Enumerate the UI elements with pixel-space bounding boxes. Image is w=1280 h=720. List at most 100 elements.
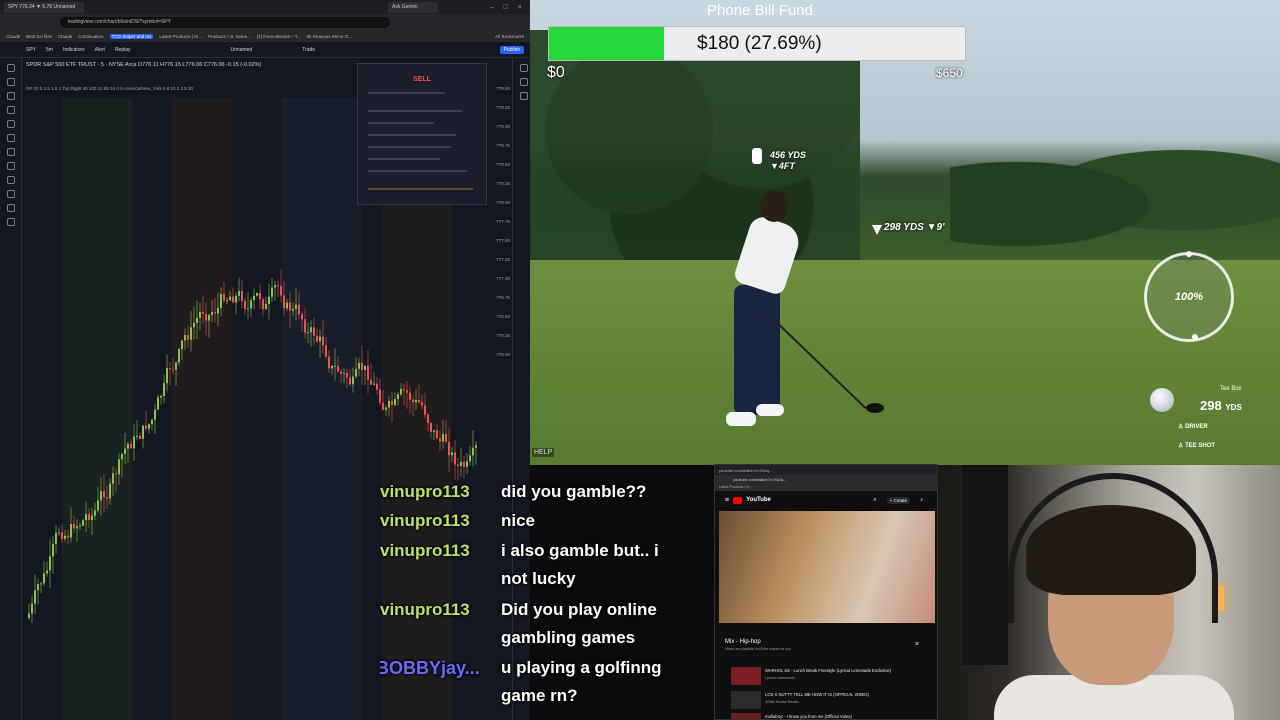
video-player[interactable] (719, 511, 935, 623)
window-controls: – □ × (490, 4, 530, 11)
menu-icon[interactable]: ≡ (725, 497, 729, 504)
search-icon[interactable]: ⌕ (873, 497, 876, 504)
sell-button[interactable]: SELL (413, 76, 431, 83)
candle-body (148, 424, 150, 429)
symbol-search-button[interactable]: SPY (26, 47, 36, 53)
candle-body (208, 315, 210, 321)
bookmark-item[interactable]: 5k Reasons We're G... (307, 34, 352, 39)
panel-row (368, 134, 478, 137)
candle-body (445, 434, 447, 442)
chat-icon[interactable] (520, 92, 528, 100)
bookmark-item[interactable]: Products / Jr. Seine... (208, 34, 251, 39)
candle-body (82, 520, 84, 526)
candle-body (163, 383, 165, 396)
playlist-item[interactable]: WARHOL SS - Lunch Break Freestyle (Lyric… (731, 667, 921, 687)
brush-icon[interactable] (7, 106, 15, 114)
candle-body (193, 323, 195, 328)
alert-button[interactable]: Alert (95, 47, 105, 53)
text-icon[interactable] (7, 120, 15, 128)
alerts-icon[interactable] (520, 78, 528, 86)
indicator-legend: GP 20 5 1.5 1.5 1 Top Right 40 100 12 65… (26, 86, 194, 91)
youtube-logo-icon[interactable] (733, 496, 743, 504)
indicators-button[interactable]: Indicators (63, 47, 85, 53)
webcam-feed (938, 465, 1280, 720)
browser-tab-gemini[interactable]: Ask Gemini (388, 1, 438, 13)
golfer-body (732, 213, 804, 297)
trade-button[interactable]: Trade (302, 47, 315, 53)
pin-distance: 456 YDS (770, 150, 806, 160)
trash-icon[interactable] (7, 218, 15, 226)
bookmark-item[interactable]: TCG Sniper and ms (109, 33, 154, 39)
video-title: WARHOL SS - Lunch Break Freestyle (Lyric… (765, 668, 892, 673)
candle-body (286, 302, 288, 309)
golf-game-view: Phone Bill Fund $180 (27.69%) $0 $650 45… (530, 0, 1280, 465)
crosshair-icon[interactable] (7, 64, 15, 72)
watchlist-icon[interactable] (520, 64, 528, 72)
candle-body (97, 500, 99, 511)
goal-amount: $180 (27.69%) (697, 33, 822, 54)
bookmark-item[interactable]: BKB bot files (26, 34, 52, 39)
power-meter-top-dot (1186, 251, 1192, 257)
eye-icon[interactable] (7, 204, 15, 212)
youtube-browser-window: youtube.com/watch?v=Sk2q... youtube.com/… (714, 464, 938, 720)
candle-body (133, 436, 135, 449)
bookmark-item[interactable]: Latest Products | Ki... (159, 34, 202, 39)
bookmark-item[interactable]: Continuation (78, 34, 103, 39)
bell-icon[interactable]: ♪ (920, 497, 923, 503)
shot-type: TEE SHOT (1185, 443, 1216, 449)
chat-text: gambling games (501, 628, 636, 647)
browser-tab-spy[interactable]: SPY 776.34 ▼ 5.78 Unnamed (4, 1, 84, 13)
video-channel: White House Studio (765, 700, 799, 704)
candle-body (88, 514, 90, 520)
pin-elevation: ▼4FT (770, 161, 795, 171)
all-bookmarks[interactable]: All Bookmarks (495, 34, 524, 39)
bookmark-item[interactable]: Claude (6, 34, 20, 39)
interval-button[interactable]: 5m (46, 47, 53, 53)
tee-icon: ♙ (1178, 443, 1184, 449)
goal-progress-bar: $180 (27.69%) (548, 26, 966, 61)
candle-body (238, 290, 240, 296)
yt-tab[interactable]: youtube.com/watch?v=Sk2q... (719, 468, 772, 473)
measure-icon[interactable] (7, 148, 15, 156)
bookmark-item[interactable]: [1] IhrenniBrain8 – T... (257, 34, 301, 39)
trendline-icon[interactable] (7, 78, 15, 86)
panel-row (368, 110, 478, 113)
create-button[interactable]: + Create (886, 496, 910, 504)
lock-icon[interactable] (7, 190, 15, 198)
candle-body (211, 312, 213, 316)
panel-row (368, 170, 478, 173)
candle-body (337, 365, 339, 372)
address-bar: tradingview.com/chart/b0oiniDS/?symbol=S… (0, 14, 530, 30)
playlist-item[interactable]: LOS X NUTTY TELL ME HOW IT IS (OFFICIAL … (731, 691, 921, 711)
playlist-item[interactable]: mafiaboy! - I know you from me (Official… (731, 713, 921, 719)
candle-body (94, 510, 96, 516)
pattern-icon[interactable] (7, 134, 15, 142)
club-selector[interactable]: ♙ DRIVER (1178, 423, 1208, 430)
close-icon[interactable]: × (915, 641, 919, 648)
layout-name-button[interactable]: Unnamed (231, 47, 253, 53)
candle-body (118, 459, 120, 475)
panel-row (368, 92, 478, 95)
video-thumbnail (731, 713, 761, 719)
publish-button[interactable]: Publish (499, 45, 524, 54)
close-icon[interactable]: × (518, 4, 522, 11)
url-field[interactable]: tradingview.com/chart/b0oiniDS/?symbol=S… (60, 16, 390, 28)
candle-body (49, 556, 51, 571)
maximize-icon[interactable]: □ (504, 4, 508, 11)
bookmark-item[interactable]: Claude (58, 34, 72, 39)
golf-bag-icon: ♙ (1178, 424, 1184, 430)
zoom-icon[interactable] (7, 162, 15, 170)
fib-icon[interactable] (7, 92, 15, 100)
price-tick-label: 778.50 (496, 162, 510, 167)
replay-button[interactable]: Replay (115, 47, 131, 53)
chat-message: vinupro113 Did you play online (380, 600, 657, 620)
symbol-legend: SPDR S&P 500 ETF TRUST · 5 · NYSE Arca O… (26, 62, 262, 68)
minimize-icon[interactable]: – (490, 4, 494, 11)
candle-body (166, 368, 168, 384)
candle-body (205, 313, 207, 321)
shot-type-selector[interactable]: ♙ TEE SHOT (1178, 442, 1215, 449)
yt-address-bar[interactable]: youtube.com/watch?v=Sk2q... (715, 475, 937, 484)
magnet-icon[interactable] (7, 176, 15, 184)
candle-body (124, 448, 126, 454)
candle-body (391, 400, 393, 405)
